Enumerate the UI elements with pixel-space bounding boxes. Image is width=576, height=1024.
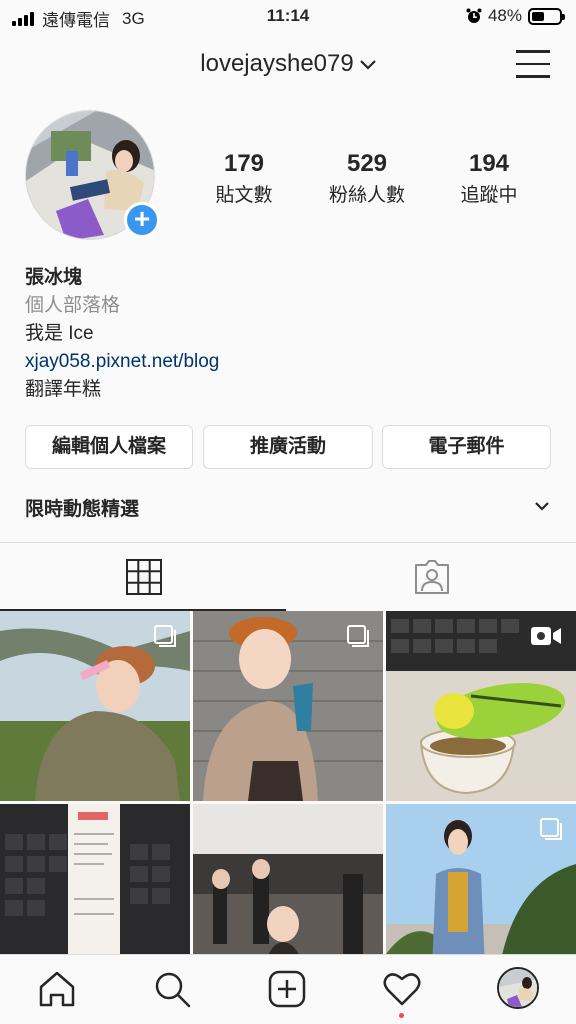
video-camera-icon <box>531 627 561 645</box>
alarm-icon <box>466 8 482 23</box>
nav-home[interactable] <box>37 969 77 1009</box>
tab-tagged[interactable] <box>288 543 576 611</box>
heart-icon <box>383 973 421 1006</box>
search-icon <box>155 972 191 1008</box>
nav-activity[interactable] <box>382 969 422 1018</box>
post-grid <box>0 611 576 994</box>
chevron-down-icon <box>359 59 376 70</box>
bottom-navigation <box>0 954 576 1024</box>
add-story-button[interactable]: + <box>124 202 160 238</box>
following-label: 追蹤中 <box>460 185 518 206</box>
profile-avatar-icon <box>499 969 537 1007</box>
following-count[interactable]: 194 追蹤中 <box>429 150 549 207</box>
website-link[interactable]: xjay058.pixnet.net/blog <box>25 348 219 376</box>
profile-header: lovejayshe079 <box>0 44 576 88</box>
edit-profile-button[interactable]: 編輯個人檔案 <box>25 425 193 469</box>
multiple-photos-icon <box>540 818 562 840</box>
post-thumbnail[interactable] <box>0 611 190 801</box>
profile-bio: 張冰塊 個人部落格 我是 Ice xjay058.pixnet.net/blog… <box>25 264 219 404</box>
posts-label: 貼文數 <box>215 185 273 206</box>
bio-line: 我是 Ice <box>25 323 94 344</box>
grid-icon <box>126 559 162 595</box>
category-label: 個人部落格 <box>25 295 121 316</box>
status-bar: 遠傳電信 3G 11:14 48% <box>0 0 576 34</box>
post-thumbnail[interactable] <box>386 611 576 801</box>
display-name: 張冰塊 <box>25 267 83 288</box>
nav-search[interactable] <box>152 969 192 1009</box>
multiple-photos-icon <box>347 625 369 647</box>
profile-tabs <box>0 542 576 611</box>
story-highlights-toggle[interactable]: 限時動態精選 <box>25 494 551 524</box>
tab-grid[interactable] <box>0 543 288 611</box>
following-number: 194 <box>468 150 510 177</box>
promotions-button[interactable]: 推廣活動 <box>203 425 373 469</box>
tagged-person-icon <box>415 560 449 594</box>
account-switcher[interactable]: lovejayshe079 <box>0 50 576 78</box>
bio-line: 翻譯年糕 <box>25 379 102 400</box>
chevron-down-icon <box>535 502 549 511</box>
post-thumbnail[interactable] <box>193 611 383 801</box>
multiple-photos-icon <box>154 625 176 647</box>
username-label: lovejayshe079 <box>200 50 354 77</box>
email-button[interactable]: 電子郵件 <box>382 425 551 469</box>
battery-percent: 48% <box>487 6 522 25</box>
posts-number: 179 <box>223 150 265 177</box>
hamburger-menu-icon[interactable] <box>516 50 550 78</box>
posts-count[interactable]: 179 貼文數 <box>184 150 304 207</box>
followers-count[interactable]: 529 粉絲人數 <box>307 150 427 207</box>
home-icon <box>39 971 75 1007</box>
notification-dot <box>399 1013 404 1018</box>
followers-number: 529 <box>346 150 388 177</box>
nav-profile[interactable] <box>497 967 539 1009</box>
highlights-label: 限時動態精選 <box>25 499 140 520</box>
nav-new-post[interactable] <box>267 969 307 1009</box>
followers-label: 粉絲人數 <box>328 185 405 206</box>
add-post-icon <box>268 970 306 1008</box>
battery-icon <box>528 7 565 25</box>
